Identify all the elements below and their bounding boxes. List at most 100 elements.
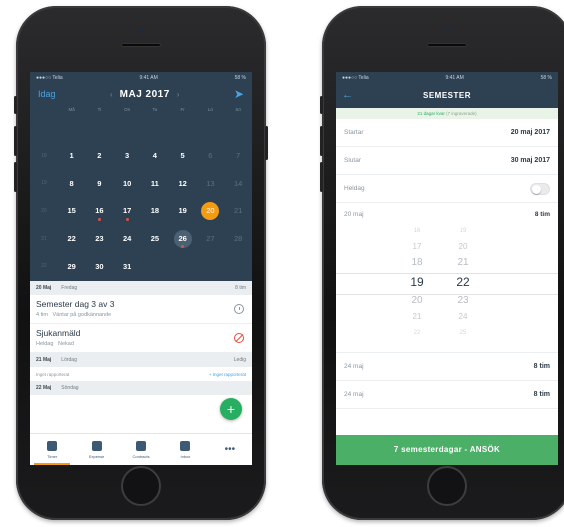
add-report-link[interactable]: + Inget rapporterat [209, 372, 246, 377]
end-row[interactable]: Slutar 30 maj 2017 [336, 147, 558, 175]
calendar-day[interactable]: 13 [197, 169, 225, 197]
picker-option-selected: 19 [410, 275, 424, 289]
calendar-day[interactable]: 22 [58, 225, 86, 253]
day-number: 7 [236, 151, 241, 161]
tab-label: Expense [88, 453, 105, 459]
day-number: 6 [208, 151, 213, 161]
tab-more[interactable]: ••• [208, 434, 252, 465]
picker-option: 20 [411, 295, 423, 306]
picker-option: 22 [413, 330, 421, 336]
calendar-day[interactable]: 28 [224, 225, 252, 253]
day-number: 28 [233, 234, 243, 244]
calendar-day[interactable]: 31 [113, 252, 141, 280]
entry-vacation[interactable]: Semester dag 3 av 3 4 tim Väntar på godk… [30, 295, 252, 324]
apply-button[interactable]: 7 semesterdagar - ANSÖK [336, 435, 558, 465]
allday-row: Heldag [336, 175, 558, 203]
calendar-day[interactable]: 30 [86, 252, 114, 280]
calendar-day[interactable]: 21 [224, 197, 252, 225]
calendar-day[interactable]: 6 [197, 142, 225, 170]
calendar-day[interactable]: 10 [113, 169, 141, 197]
week-number: 19 [41, 180, 47, 187]
calendar-day[interactable]: 14 [224, 169, 252, 197]
balance-banner: 21 dagar kvar (7 ingraverade) [336, 108, 558, 119]
stage: ●●●○○ Telia 9:41 AM 58 % Idag ‹ MAJ 2017… [0, 0, 564, 527]
calendar-empty-cell [86, 114, 114, 142]
calendar-empty-cell [224, 252, 252, 280]
picker-option: 24 [458, 312, 468, 321]
prev-month-button[interactable]: ‹ [110, 90, 113, 99]
day-row[interactable]: 24 maj 8 tim [336, 381, 558, 409]
add-button[interactable]: + [220, 398, 242, 420]
next-month-button[interactable]: › [177, 90, 180, 99]
picker-column-end[interactable]: 19 20 21 22 23 24 25 [448, 223, 478, 341]
calendar-day[interactable]: 23 [86, 225, 114, 253]
day-number: 11 [150, 178, 159, 188]
calendar-day[interactable]: 27 [197, 225, 225, 253]
days-left: 21 dagar kvar [417, 111, 445, 116]
calendar-day[interactable]: 16 [86, 197, 114, 225]
week-number [30, 114, 58, 142]
calendar-day[interactable]: 11 [141, 169, 169, 197]
calendar-day[interactable]: 15 [58, 197, 86, 225]
day-label: 24 maj [344, 363, 364, 370]
power-button [265, 126, 268, 160]
calendar-day[interactable]: 7 [224, 142, 252, 170]
picker-selection-band [336, 273, 558, 295]
day-number: 21 [233, 206, 243, 216]
entry-meta: Heldag Nekad [36, 341, 246, 347]
entry-sick[interactable]: Sjukanmäld Heldag Nekad [30, 324, 252, 353]
picker-column-start[interactable]: 16 17 18 19 20 21 22 [402, 223, 432, 341]
calendar-day[interactable]: 25 [141, 225, 169, 253]
start-row[interactable]: Startar 20 maj 2017 [336, 119, 558, 147]
tab-bar: Timer Expense Contracts Inbox ••• [30, 433, 252, 465]
calendar-day[interactable]: 19 [169, 197, 197, 225]
calendar-day[interactable]: 17 [113, 197, 141, 225]
calendar-day[interactable]: 20 [197, 197, 225, 225]
weekday-label: Sö [235, 106, 241, 112]
home-button[interactable] [121, 466, 161, 506]
home-button[interactable] [427, 466, 467, 506]
calendar-day[interactable]: 18 [141, 197, 169, 225]
calendar-day[interactable]: 29 [58, 252, 86, 280]
status-bar: ●●●○○ Telia 9:41 AM 58 % [30, 72, 252, 84]
week-number: 18 [41, 152, 47, 159]
day-number: 14 [233, 178, 243, 188]
battery-label: 58 % [234, 75, 246, 81]
picker-option: 20 [458, 242, 468, 251]
paper-plane-icon[interactable]: ➤ [234, 87, 244, 101]
day-date: 22 Maj [36, 385, 52, 391]
calendar-day[interactable]: 8 [58, 169, 86, 197]
day-date: 20 Maj [36, 285, 52, 291]
calendar-day[interactable]: 9 [86, 169, 114, 197]
calendar-empty-cell [169, 252, 197, 280]
picker-hours: 8 tim [534, 211, 550, 218]
calendar-day[interactable]: 5 [169, 142, 197, 170]
today-button[interactable]: Idag [38, 89, 56, 99]
weekday-label: Må [68, 106, 75, 112]
calendar-day[interactable]: 1 [58, 142, 86, 170]
calendar-day[interactable]: 26 [169, 225, 197, 253]
carrier-label: ●●●○○ Telia [36, 75, 63, 81]
weekday-label: Fr [180, 106, 185, 112]
volume-up-button [14, 126, 17, 156]
calendar-day[interactable]: 3 [113, 142, 141, 170]
tab-inbox[interactable]: Inbox [163, 434, 207, 465]
calendar-day[interactable]: 24 [113, 225, 141, 253]
tab-contracts[interactable]: Contracts [119, 434, 163, 465]
day-number: 4 [152, 151, 157, 161]
week-number: 21 [41, 235, 47, 242]
day-row[interactable]: 24 maj 8 tim [336, 353, 558, 381]
side-button [320, 96, 323, 114]
calendar-day[interactable]: 12 [169, 169, 197, 197]
calendar-day[interactable]: 2 [86, 142, 114, 170]
entry-status: Väntar på godkännande [52, 312, 112, 318]
start-value: 20 maj 2017 [510, 129, 550, 136]
time-picker[interactable]: 20 maj 8 tim 16 17 18 19 20 21 22 19 20 … [336, 203, 558, 353]
tab-timer[interactable]: Timer [30, 434, 74, 465]
empty-day-row[interactable]: Inget rapporterat + Inget rapporterat [30, 367, 252, 381]
entry-title: Sjukanmäld [36, 328, 81, 338]
calendar-day[interactable]: 4 [141, 142, 169, 170]
allday-toggle[interactable] [530, 182, 550, 195]
tab-expense[interactable]: Expense [74, 434, 118, 465]
picker-option: 21 [412, 312, 422, 321]
